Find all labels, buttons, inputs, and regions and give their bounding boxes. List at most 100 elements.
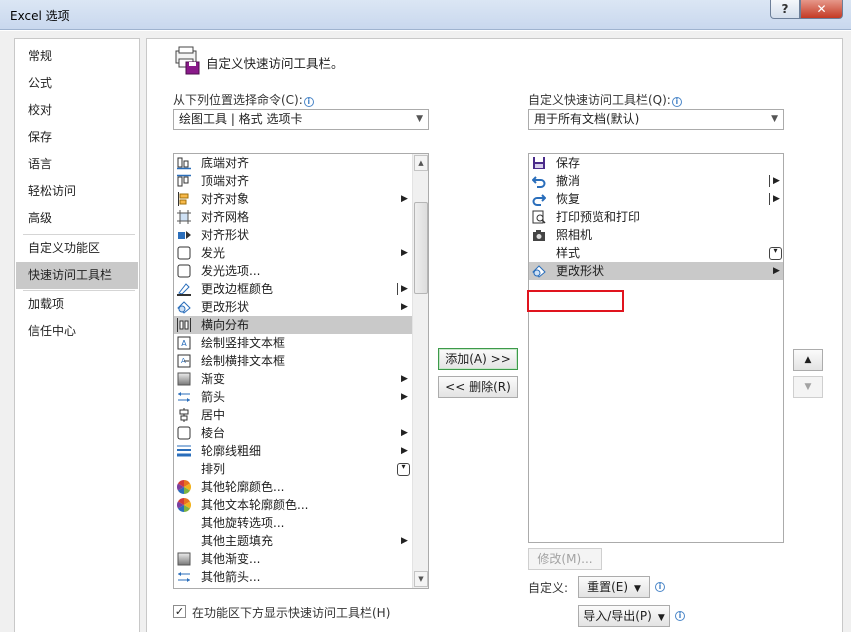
list-item-label: 排列 — [201, 462, 226, 476]
customize-qat-label: 自定义快速访问工具栏(Q): i — [528, 91, 682, 108]
scroll-down-button[interactable]: ▼ — [414, 571, 428, 587]
qat-scope-dropdown[interactable]: 用于所有文档(默认) ▼ — [528, 109, 784, 130]
nav-item-quick-access-toolbar[interactable]: 快速访问工具栏 — [16, 262, 138, 289]
commands-source-value: 绘图工具 | 格式 选项卡 — [179, 112, 303, 126]
remove-button[interactable]: << 删除(R) — [438, 376, 518, 398]
qat-commands-list[interactable]: 保存 撤消 ▶ 恢复 ▶ 打印预览和打印 照相机 样式 ▾ 更改形状 ▶ — [528, 153, 784, 543]
info-icon[interactable]: i — [671, 97, 682, 107]
list-item[interactable]: 撤消 ▶ — [529, 172, 783, 190]
info-icon[interactable]: i — [655, 582, 665, 592]
list-item[interactable]: 其他轮廓颜色... — [174, 478, 412, 496]
nav-item-trust-center[interactable]: 信任中心 — [16, 318, 138, 345]
add-button[interactable]: 添加(A) >> — [438, 348, 518, 370]
info-icon[interactable]: i — [675, 611, 685, 621]
list-item[interactable]: 横向分布 — [174, 316, 412, 334]
submenu-arrow-icon: ▶ — [401, 392, 408, 402]
list-item[interactable]: 对齐网格 — [174, 208, 412, 226]
list-item-label: 对齐对象 — [201, 192, 250, 206]
glow-options-icon — [177, 264, 191, 278]
page-title: 自定义快速访问工具栏。 — [206, 56, 344, 71]
list-item[interactable]: 更改形状 ▶ — [174, 298, 412, 316]
commands-source-dropdown[interactable]: 绘图工具 | 格式 选项卡 ▼ — [173, 109, 429, 130]
camera-icon — [533, 230, 545, 241]
list-item[interactable]: 发光 ▶ — [174, 244, 412, 262]
align-center-icon — [179, 408, 189, 422]
list-item[interactable]: 其他旋转选项... — [174, 514, 412, 532]
list-item[interactable]: 恢复 ▶ — [529, 190, 783, 208]
scroll-thumb[interactable] — [414, 202, 428, 294]
list-item[interactable]: 发光选项... — [174, 262, 412, 280]
split-divider — [769, 175, 770, 187]
arrow-icon — [178, 572, 190, 582]
chevron-down-icon: ▼ — [416, 114, 423, 124]
list-item[interactable]: 保存 — [529, 154, 783, 172]
list-item[interactable]: 对齐对象 ▶ — [174, 190, 412, 208]
save-icon — [533, 157, 545, 169]
move-up-button[interactable]: ▲ — [793, 349, 823, 371]
title-bar: Excel 选项 ? ✕ — [0, 0, 851, 30]
reset-button[interactable]: 重置(E) ▼ — [578, 576, 650, 598]
import-export-button[interactable]: 导入/导出(P) ▼ — [578, 605, 670, 627]
list-item[interactable]: 其他文本轮廓颜色... — [174, 496, 412, 514]
show-below-ribbon-checkbox[interactable]: ✓ — [173, 605, 186, 618]
nav-item-customize-ribbon[interactable]: 自定义功能区 — [16, 235, 138, 262]
list-item-label: 横向分布 — [201, 318, 250, 332]
info-icon[interactable]: i — [303, 97, 314, 107]
list-item-label: 更改形状 — [556, 264, 605, 278]
nav-item-formulas[interactable]: 公式 — [16, 70, 138, 97]
submenu-arrow-icon: ▶ — [401, 536, 408, 546]
list-item[interactable]: 更改形状 ▶ — [529, 262, 783, 280]
list-item[interactable]: 照相机 — [529, 226, 783, 244]
change-shape-icon — [177, 301, 191, 314]
content-panel: 自定义快速访问工具栏。 从下列位置选择命令(C): i 绘图工具 | 格式 选项卡… — [146, 38, 843, 632]
list-item[interactable]: 底端对齐 — [174, 154, 412, 172]
list-item-label: 样式 — [556, 246, 581, 260]
list-item-label: 对齐形状 — [201, 228, 250, 242]
nav-item-language[interactable]: 语言 — [16, 151, 138, 178]
list-item[interactable]: 打印预览和打印 — [529, 208, 783, 226]
close-button[interactable]: ✕ — [800, 0, 843, 19]
list-item[interactable]: 棱台 ▶ — [174, 424, 412, 442]
align-objects-icon — [178, 192, 189, 206]
nav-item-accessibility[interactable]: 轻松访问 — [16, 178, 138, 205]
align-bottom-icon — [177, 157, 191, 170]
list-item-label: 照相机 — [556, 228, 593, 242]
scroll-up-button[interactable]: ▲ — [414, 155, 428, 171]
move-down-button[interactable]: ▼ — [793, 376, 823, 398]
nav-item-general[interactable]: 常规 — [16, 43, 138, 70]
list-item[interactable]: 更改边框颜色 ▶ — [174, 280, 412, 298]
available-commands-list[interactable]: ▲ ▼ 底端对齐 顶端对齐 对齐对象 ▶ 对齐网格 对齐形状 发光 ▶ 发光选项... 更改边框颜… — [173, 153, 429, 589]
list-item[interactable]: 对齐形状 — [174, 226, 412, 244]
list-item[interactable]: 其他箭头... — [174, 568, 412, 586]
list-item[interactable]: 箭头 ▶ — [174, 388, 412, 406]
submenu-arrow-icon: ▶ — [773, 176, 780, 186]
help-button[interactable]: ? — [770, 0, 800, 19]
nav-item-proofing[interactable]: 校对 — [16, 97, 138, 124]
print-preview-icon — [532, 210, 546, 224]
commands-scrollbar[interactable]: ▲ ▼ — [412, 154, 428, 588]
list-item[interactable]: 其他主题填充 ▶ — [174, 532, 412, 550]
list-item-label: 绘制竖排文本框 — [201, 336, 286, 350]
list-item[interactable]: 样式 ▾ — [529, 244, 783, 262]
submenu-arrow-icon: ▶ — [401, 284, 408, 294]
split-divider — [769, 193, 770, 205]
nav-item-add-ins[interactable]: 加载项 — [16, 291, 138, 318]
vertical-textbox-icon: A — [177, 336, 191, 350]
svg-text:A: A — [181, 339, 187, 348]
list-item[interactable]: 顶端对齐 — [174, 172, 412, 190]
list-item-label: 恢复 — [556, 192, 581, 206]
list-item[interactable]: A 绘制横排文本框 — [174, 352, 412, 370]
list-item[interactable]: 轮廓线粗细 ▶ — [174, 442, 412, 460]
nav-item-save[interactable]: 保存 — [16, 124, 138, 151]
list-item[interactable]: 渐变 ▶ — [174, 370, 412, 388]
list-item-label: 顶端对齐 — [201, 174, 250, 188]
list-item[interactable]: 排列 ▾ — [174, 460, 412, 478]
list-item-label: 底端对齐 — [201, 156, 250, 170]
list-item[interactable]: 其他渐变... — [174, 550, 412, 568]
modify-button[interactable]: 修改(M)... — [528, 548, 602, 570]
list-item-label: 其他旋转选项... — [201, 516, 285, 530]
nav-item-advanced[interactable]: 高级 — [16, 205, 138, 232]
list-item[interactable]: 居中 — [174, 406, 412, 424]
list-item-label: 其他主题填充 — [201, 534, 274, 548]
list-item[interactable]: A 绘制竖排文本框 — [174, 334, 412, 352]
